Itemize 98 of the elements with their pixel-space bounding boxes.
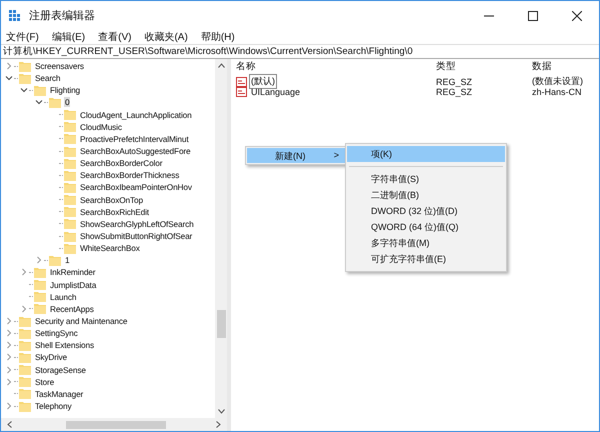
tree-item[interactable]: SearchBoxOnTop: [79, 194, 144, 205]
tree-item[interactable]: ShowSubmitButtonRightOfSear: [79, 231, 194, 242]
column-header[interactable]: 名称: [236, 60, 436, 73]
folder-icon: [34, 84, 46, 96]
value-type: REG_SZ: [436, 87, 474, 97]
tree-item[interactable]: CloudAgent_LaunchApplication: [79, 110, 193, 120]
folder-icon: [64, 242, 76, 254]
tree-item[interactable]: Screensavers: [34, 61, 85, 72]
menu-item[interactable]: 多字符串值(M): [347, 235, 505, 251]
address-bar[interactable]: 计算机\HKEY_CURRENT_USER\Software\Microsoft\Windows\CurrentVersion\Search\Flighting\0: [1, 44, 599, 59]
tree-item[interactable]: SearchBoxIbeamPointerOnHov: [79, 182, 193, 192]
tree-item[interactable]: WhiteSearchBox: [79, 243, 141, 254]
close-icon: [572, 10, 582, 20]
tree-item[interactable]: SearchBoxBorderColor: [79, 158, 164, 168]
folder-icon: [19, 328, 31, 339]
scrollbar-thumb[interactable]: [216, 310, 226, 338]
expander-icon[interactable]: [20, 86, 28, 94]
menu-item[interactable]: 新建(N) >: [247, 148, 345, 163]
value-type: REG_SZ: [436, 76, 474, 86]
tree-item[interactable]: Telephony: [34, 401, 72, 411]
tree-item[interactable]: ProactivePrefetchIntervalMinut: [79, 134, 190, 144]
folder-icon: [19, 388, 31, 400]
folder-icon: [19, 60, 31, 72]
tree-item[interactable]: Store: [34, 376, 56, 387]
tree-item[interactable]: SearchBoxRichEdit: [79, 206, 150, 217]
expander-icon[interactable]: [35, 98, 43, 106]
folder-icon: [64, 230, 76, 242]
menu-item[interactable]: DWORD (32 位)值(D): [347, 203, 505, 219]
value-name[interactable]: (默认): [249, 74, 277, 89]
menu-item[interactable]: 文件(F): [6, 30, 39, 44]
folder-icon: [49, 254, 61, 266]
menu-item[interactable]: 项(K): [347, 146, 505, 162]
folder-icon: [64, 121, 76, 132]
folder-icon: [19, 352, 31, 363]
folder-icon: [64, 206, 76, 218]
tree-item[interactable]: Flighting: [49, 85, 82, 96]
maximize-icon: [528, 10, 538, 20]
folder-icon: [19, 72, 31, 84]
value-data: (数值未设置): [532, 75, 584, 88]
value-name[interactable]: UILanguage: [249, 86, 302, 98]
folder-icon: [49, 96, 61, 108]
tree-item[interactable]: CloudMusic: [79, 122, 123, 132]
tree-item[interactable]: StorageSense: [34, 364, 87, 375]
tree-item[interactable]: Search: [34, 73, 62, 84]
menu-item[interactable]: 收藏夹(A): [144, 30, 188, 44]
expander-icon[interactable]: [5, 74, 13, 82]
folder-icon: [34, 279, 46, 290]
folder-icon: [64, 218, 76, 230]
tree-item[interactable]: 0: [64, 97, 70, 108]
scroll-left-icon[interactable]: [7, 421, 12, 428]
folder-icon: [34, 291, 46, 302]
string-value-icon: [236, 87, 247, 97]
menu-item[interactable]: 字符串值(S): [347, 171, 505, 187]
folder-icon: [19, 316, 31, 327]
tree-item[interactable]: SearchBoxBorderThickness: [79, 170, 180, 180]
scrollbar-thumb[interactable]: [66, 420, 166, 428]
tree-item[interactable]: InkReminder: [49, 267, 96, 278]
scroll-up-icon[interactable]: [218, 63, 224, 68]
column-header[interactable]: 数据: [532, 60, 599, 73]
string-value-icon: [236, 76, 247, 86]
folder-icon: [34, 303, 46, 314]
scroll-right-icon[interactable]: [216, 421, 221, 428]
folder-icon: [64, 194, 76, 206]
tree-item[interactable]: Security and Maintenance: [34, 316, 128, 326]
folder-icon: [64, 158, 76, 169]
folder-icon: [64, 146, 76, 157]
folder-icon: [64, 133, 76, 144]
folder-icon: [34, 266, 46, 278]
tree-item[interactable]: Launch: [49, 292, 78, 302]
tree-item[interactable]: RecentApps: [49, 304, 95, 314]
tree-item[interactable]: JumplistData: [49, 280, 98, 290]
menu-item[interactable]: 可扩充字符串值(E): [347, 251, 505, 267]
tree-item[interactable]: SettingSync: [34, 328, 79, 338]
menu-item[interactable]: 二进制值(B): [347, 187, 505, 203]
menu-item[interactable]: 帮助(H): [200, 30, 235, 44]
folder-icon: [19, 364, 31, 376]
menu-item[interactable]: QWORD (64 位)值(Q): [347, 219, 505, 235]
menu-item[interactable]: 编辑(E): [52, 30, 86, 44]
value-data: zh-Hans-CN: [532, 87, 583, 97]
horizontal-scrollbar[interactable]: [1, 418, 227, 431]
tree-item[interactable]: SearchBoxAutoSuggestedFore: [79, 146, 192, 156]
folder-icon: [19, 376, 31, 388]
scroll-down-icon[interactable]: [218, 409, 224, 414]
folder-icon: [64, 109, 76, 120]
tree-item[interactable]: SkyDrive: [34, 352, 68, 362]
tree-item[interactable]: 1: [64, 255, 70, 266]
folder-icon: [19, 400, 31, 412]
folder-icon: [64, 182, 76, 193]
column-header[interactable]: 类型: [436, 60, 532, 73]
tree-item[interactable]: ShowSearchGlyphLeftOfSearch: [79, 218, 195, 229]
tree-item[interactable]: TaskManager: [34, 388, 84, 399]
vertical-scrollbar[interactable]: [215, 59, 227, 418]
folder-icon: [19, 340, 31, 351]
window-title: 注册表编辑器: [29, 8, 95, 23]
folder-icon: [64, 170, 76, 181]
registry-icon: [9, 10, 21, 22]
menu-item[interactable]: 查看(V): [98, 30, 132, 44]
tree-item[interactable]: Shell Extensions: [34, 340, 95, 350]
